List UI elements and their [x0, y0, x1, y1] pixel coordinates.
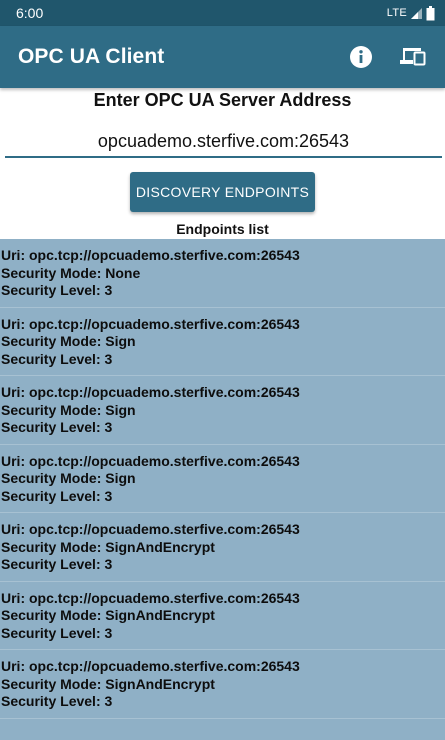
devices-icon[interactable]	[393, 37, 433, 77]
endpoint-security-mode: Security Mode: Sign	[1, 401, 136, 418]
endpoint-item[interactable]: Uri: opc.tcp://opcuademo.sterfive.com:26…	[0, 650, 445, 719]
status-icons: LTE	[386, 5, 435, 21]
endpoints-list-title: Endpoints list	[176, 221, 269, 237]
endpoint-security-mode: Security Mode: None	[1, 264, 141, 281]
endpoint-security-level: Security Level: 3	[1, 624, 113, 641]
endpoint-security-level: Security Level: 3	[1, 556, 113, 572]
app-title: OPC UA Client	[18, 45, 165, 68]
status-bar: 6:00 LTE	[0, 0, 445, 26]
endpoint-security-mode: Security Mode: SignAndEncrypt	[1, 538, 215, 555]
endpoint-uri: Uri: opc.tcp://opcuademo.sterfive.com:26…	[1, 315, 300, 332]
server-address-input[interactable]	[5, 126, 442, 158]
endpoint-item[interactable]: Uri: opc.tcp://opcuademo.sterfive.com:26…	[0, 308, 445, 376]
app-bar: OPC UA Client	[0, 26, 445, 88]
endpoint-item[interactable]: Uri: opc.tcp://opcuademo.sterfive.com:26…	[0, 445, 445, 513]
endpoint-item[interactable]: Uri: opc.tcp://opcuademo.sterfive.com:26…	[0, 513, 445, 582]
endpoint-security-level: Security Level: 3	[1, 693, 113, 709]
endpoint-security-mode: Security Mode: SignAndEncrypt	[1, 607, 215, 623]
endpoint-security-level: Security Level: 3	[1, 487, 113, 504]
endpoints-list[interactable]: Uri: opc.tcp://opcuademo.sterfive.com:26…	[0, 239, 445, 740]
endpoint-security-level: Security Level: 3	[1, 282, 113, 298]
endpoint-item[interactable]: Uri: opc.tcp://opcuademo.sterfive.com:26…	[0, 239, 445, 308]
status-time: 6:00	[16, 5, 44, 21]
discovery-endpoints-button[interactable]: DISCOVERY ENDPOINTS	[130, 172, 315, 212]
network-type-label: LTE	[386, 7, 407, 19]
endpoint-security-level: Security Level: 3	[1, 350, 113, 367]
endpoint-uri: Uri: opc.tcp://opcuademo.sterfive.com:26…	[1, 384, 300, 400]
endpoint-uri: Uri: opc.tcp://opcuademo.sterfive.com:26…	[1, 247, 300, 263]
endpoint-uri: Uri: opc.tcp://opcuademo.sterfive.com:26…	[1, 658, 300, 674]
server-address-heading: Enter OPC UA Server Address	[93, 90, 352, 110]
endpoint-item[interactable]: Uri: opc.tcp://opcuademo.sterfive.com:26…	[0, 376, 445, 445]
endpoint-item[interactable]: Uri: opc.tcp://opcuademo.sterfive.com:26…	[0, 582, 445, 650]
endpoint-security-mode: Security Mode: SignAndEncrypt	[1, 675, 215, 692]
endpoint-uri: Uri: opc.tcp://opcuademo.sterfive.com:26…	[1, 589, 300, 606]
endpoint-security-mode: Security Mode: Sign	[1, 333, 136, 349]
endpoint-uri: Uri: opc.tcp://opcuademo.sterfive.com:26…	[1, 452, 300, 469]
endpoint-security-level: Security Level: 3	[1, 419, 113, 435]
battery-icon	[426, 5, 435, 21]
signal-icon	[410, 7, 423, 20]
endpoint-uri: Uri: opc.tcp://opcuademo.sterfive.com:26…	[1, 521, 300, 537]
info-icon[interactable]	[341, 37, 381, 77]
endpoint-security-mode: Security Mode: Sign	[1, 470, 136, 486]
